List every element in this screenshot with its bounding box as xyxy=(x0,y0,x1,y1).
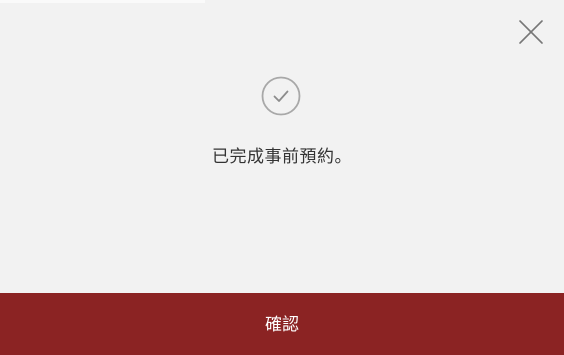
reservation-complete-dialog: 已完成事前預約。 確認 xyxy=(0,0,564,355)
completion-message: 已完成事前預約。 xyxy=(212,147,352,167)
check-circle-icon xyxy=(261,76,301,116)
success-status xyxy=(261,76,301,116)
close-button[interactable] xyxy=(517,18,545,46)
top-edge-strip xyxy=(0,0,205,3)
close-icon xyxy=(519,20,543,44)
confirm-button[interactable]: 確認 xyxy=(0,293,564,355)
